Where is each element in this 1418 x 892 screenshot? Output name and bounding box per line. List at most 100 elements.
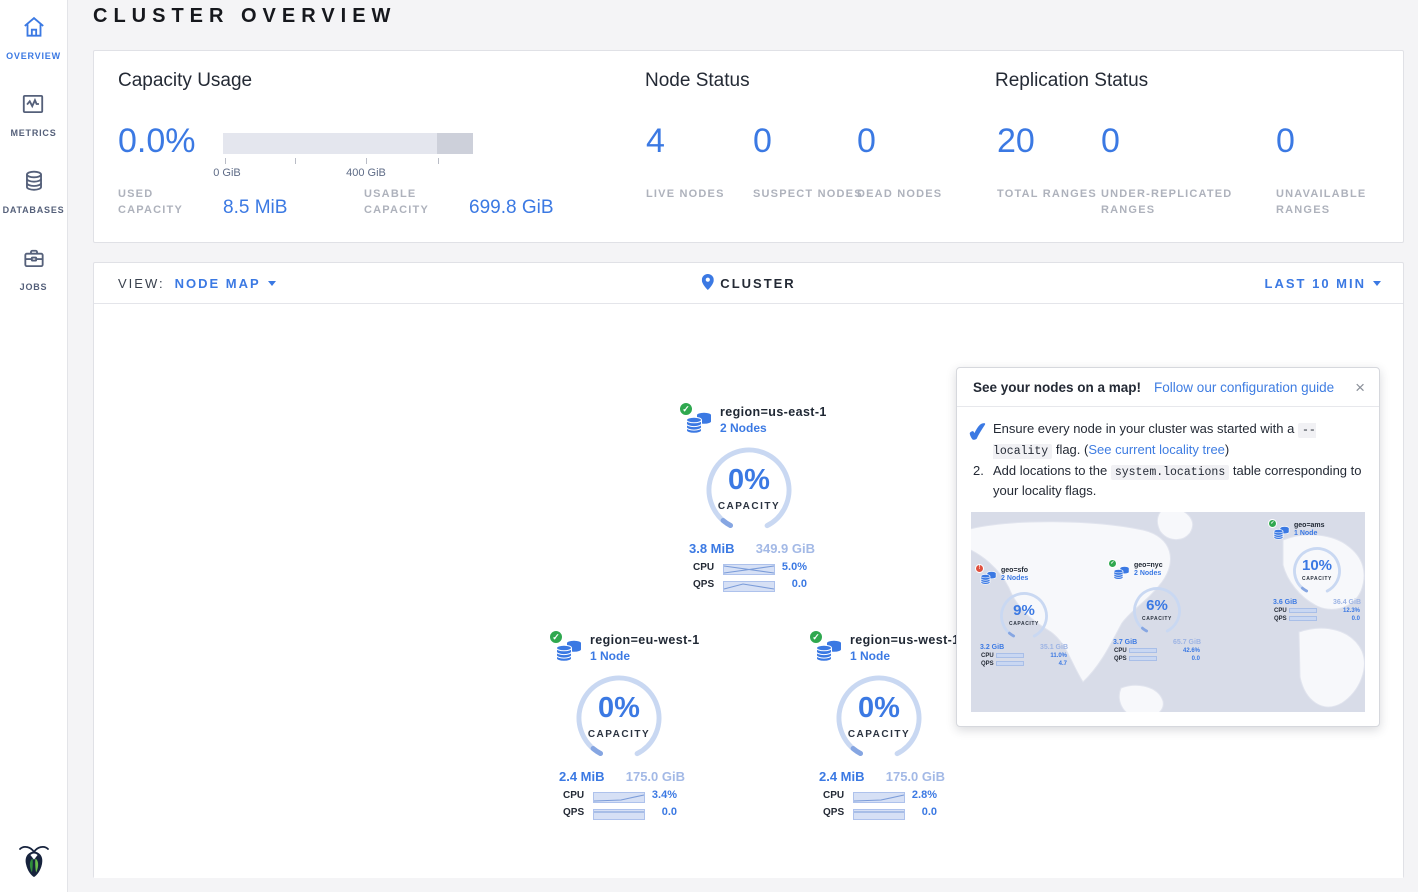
qps-sparkline [723,579,775,590]
cockroachdb-logo [18,843,50,884]
popup-step-1: ✔ Ensure every node in your cluster was … [973,419,1363,461]
node-qps-row: QPS 0.0 [811,806,947,818]
live-nodes-value: 4 [646,124,665,158]
node-db-icon: ✓ [1113,565,1130,584]
node-map-area: ✓ region=us-east-1 2 Nodes 0% CAPACITY 3… [94,304,1403,878]
map-node-us-west-1[interactable]: ✓ region=us-west-1 1 Node 0% CAPACITY 2.… [811,632,947,818]
sidebar-item-metrics[interactable]: METRICS [10,91,56,138]
sidebar-item-label: OVERVIEW [6,51,61,61]
node-header: ✓ region=us-east-1 2 Nodes [685,404,817,442]
live-status-icon: ✓ [809,630,823,644]
page-title: CLUSTER OVERVIEW [93,5,396,28]
gauge-percent: 0% [701,464,797,497]
map-node-us-east-1[interactable]: ✓ region=us-east-1 2 Nodes 0% CAPACITY 3… [681,404,817,590]
capacity-usage-title: Capacity Usage [118,70,252,92]
time-range-dropdown[interactable]: LAST 10 MIN [1265,276,1381,291]
gauge-percent: 0% [831,692,927,725]
capacity-bar [223,133,473,154]
capacity-gauge: 6% CAPACITY [1130,584,1184,638]
cluster-summary-panel: Capacity Usage 0.0% 0 GiB 400 GiB USED C… [93,50,1404,243]
live-status-icon: ✓ [1268,519,1277,528]
cpu-sparkline [853,790,905,801]
node-db-icon: ✓ [1273,525,1290,544]
qps-sparkline [853,807,905,818]
breadcrumb-cluster[interactable]: CLUSTER [720,276,795,291]
metrics-icon [20,91,46,122]
node-count-label: 1 Node [850,649,960,663]
suspect-nodes-label: SUSPECT NODES [753,187,863,203]
node-count-label: 2 Nodes [720,421,827,435]
under-replicated-label: UNDER-REPLICATED RANGES [1101,187,1271,219]
node-region-label: region=eu-west-1 [590,633,700,647]
gauge-caption: CAPACITY [571,729,667,740]
check-icon: ✔ [964,411,991,454]
dead-status-icon: ! [975,564,984,573]
replication-status-title: Replication Status [995,70,1148,92]
capacity-tick-label: 400 GiB [346,167,386,179]
live-status-icon: ✓ [679,402,693,416]
system-locations-code: system.locations [1111,465,1229,480]
capacity-tick-label: 0 GiB [213,167,241,179]
close-icon[interactable]: × [1355,379,1365,396]
popup-title: See your nodes on a map! [973,380,1141,395]
capacity-tick [366,158,367,164]
sidebar-item-databases[interactable]: DATABASES [3,168,65,215]
node-cpu-row: CPU 2.8% [811,789,947,801]
node-map-config-popup: See your nodes on a map! Follow our conf… [956,367,1380,727]
sidebar-item-jobs[interactable]: JOBS [20,245,48,292]
gauge-percent: 0% [571,692,667,725]
node-region-label: region=us-west-1 [850,633,960,647]
dead-nodes-value: 0 [857,124,876,158]
view-selector-dropdown[interactable]: NODE MAP [175,276,276,291]
usable-capacity-label: USABLE CAPACITY [364,187,444,219]
sidebar-item-label: JOBS [20,282,48,292]
capacity-gauge: 9% CAPACITY [997,589,1051,643]
sidebar-item-overview[interactable]: OVERVIEW [6,14,61,61]
sidebar-item-label: METRICS [10,128,56,138]
chevron-down-icon [268,281,276,286]
map-pin-icon [701,274,713,293]
sidebar: OVERVIEW METRICS DATABASES JOBS [0,0,68,892]
capacity-gauge: 0% CAPACITY [571,670,667,766]
node-status-title: Node Status [645,70,750,92]
total-ranges-value: 20 [997,124,1035,158]
capacity-used-percent: 0.0% [118,124,196,158]
capacity-bar-other-segment [437,133,473,154]
example-map-image: ! geo=sfo 2 Nodes 9% CAPACITY 3.2 GiB35.… [971,512,1365,712]
used-capacity-label: USED CAPACITY [118,187,198,219]
used-capacity-value: 8.5 MiB [223,197,287,219]
live-status-icon: ✓ [549,630,563,644]
node-count-label: 1 Node [590,649,700,663]
view-label: VIEW: [118,276,165,291]
view-bar: VIEW: NODE MAP CLUSTER LAST 10 MIN [94,263,1403,304]
gauge-caption: CAPACITY [831,729,927,740]
sidebar-item-label: DATABASES [3,205,65,215]
under-replicated-value: 0 [1101,124,1120,158]
node-capacity-range: 2.4 MiB175.0 GiB [551,769,687,784]
home-icon [21,14,47,45]
node-header: ✓ region=us-west-1 1 Node [815,632,947,670]
jobs-icon [21,245,47,276]
capacity-gauge: 0% CAPACITY [701,442,797,538]
capacity-gauge: 0% CAPACITY [831,670,927,766]
locality-tree-link[interactable]: See current locality tree [1088,442,1225,457]
minimap-node-ams: ✓ geo=ams 1 Node 10% CAPACITY 3.6 GiB36.… [1271,522,1363,622]
node-cpu-row: CPU 3.4% [551,789,687,801]
capacity-gauge: 10% CAPACITY [1290,544,1344,598]
node-capacity-range: 2.4 MiB175.0 GiB [811,769,947,784]
capacity-tick [438,158,439,164]
popup-body: ✔ Ensure every node in your cluster was … [957,407,1379,502]
live-nodes-label: LIVE NODES [646,187,756,203]
node-db-icon: ✓ [815,638,843,670]
popup-header: See your nodes on a map! Follow our conf… [957,368,1379,407]
configuration-guide-link[interactable]: Follow our configuration guide [1154,380,1334,395]
map-node-eu-west-1[interactable]: ✓ region=eu-west-1 1 Node 0% CAPACITY 2.… [551,632,687,818]
node-db-icon: ! [980,570,997,589]
node-capacity-range: 3.8 MiB349.9 GiB [681,541,817,556]
unavailable-ranges-label: UNAVAILABLE RANGES [1276,187,1386,219]
cpu-sparkline [723,562,775,573]
popup-step-2: 2. Add locations to the system.locations… [973,461,1363,502]
cpu-sparkline [593,790,645,801]
unavailable-ranges-value: 0 [1276,124,1295,158]
node-db-icon: ✓ [555,638,583,670]
